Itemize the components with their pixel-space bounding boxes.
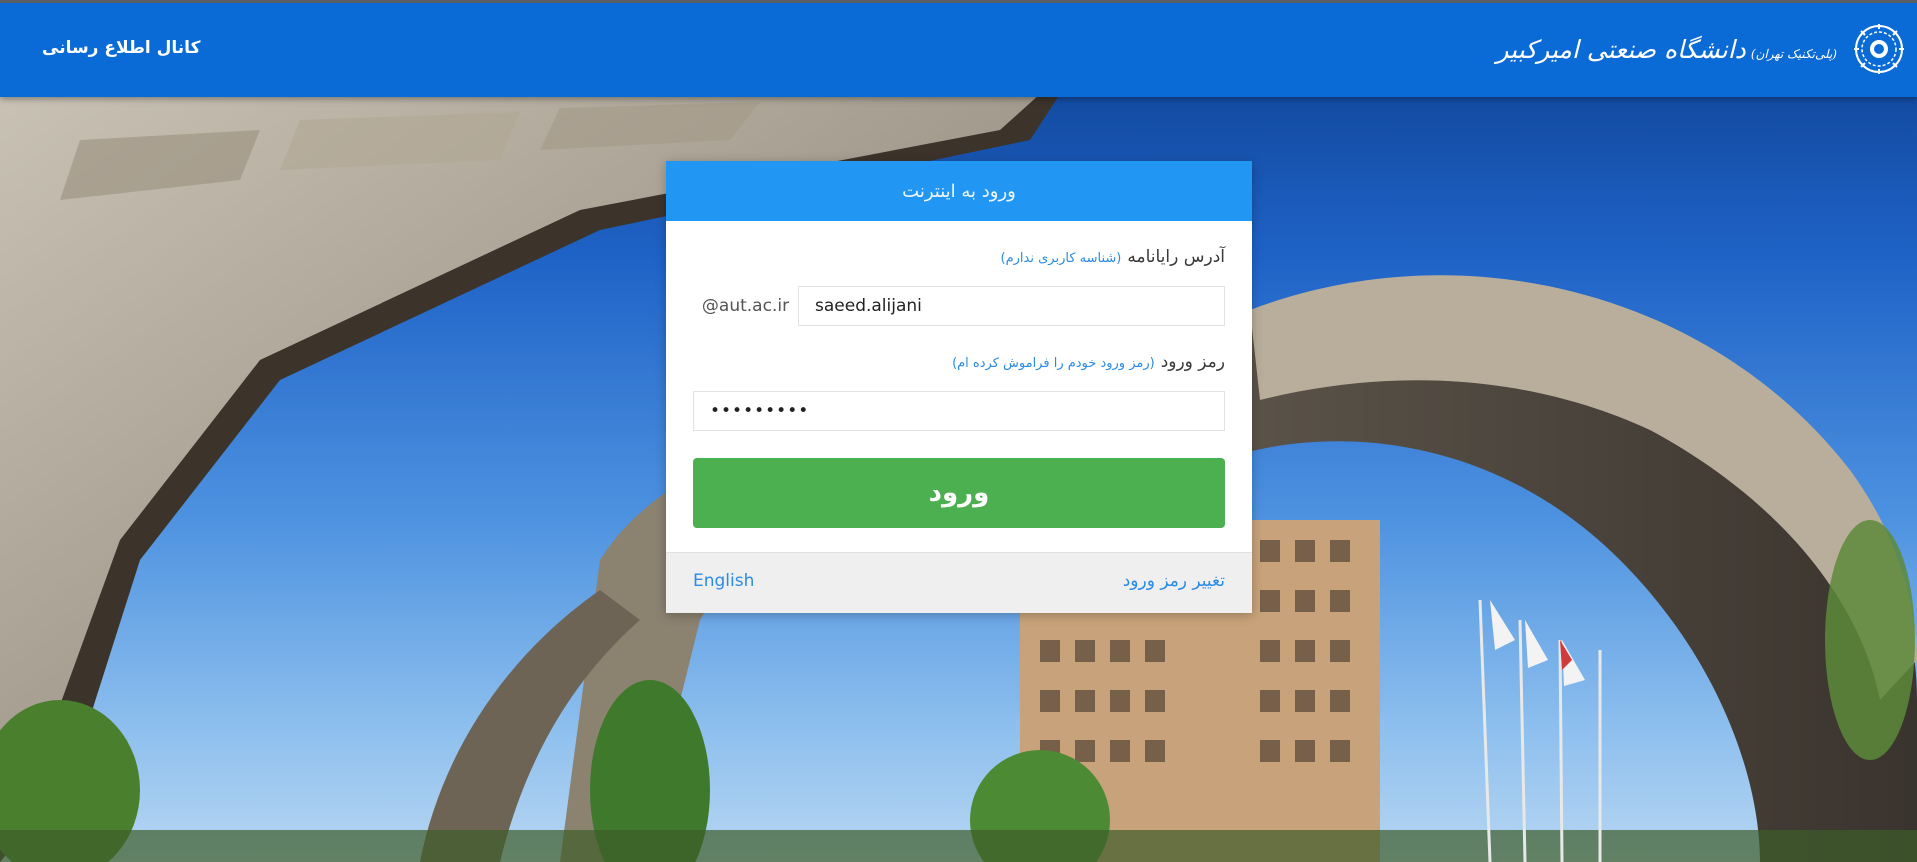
- login-button[interactable]: ورود: [693, 458, 1225, 528]
- english-language-link[interactable]: English: [693, 571, 754, 591]
- change-password-link[interactable]: تغییر رمز ورود: [1123, 571, 1225, 591]
- password-label-row: رمز ورود (رمز ورود خودم را فراموش کرده ا…: [952, 352, 1225, 372]
- password-label: رمز ورود: [1160, 352, 1225, 372]
- email-input[interactable]: [798, 286, 1225, 326]
- news-channel-link[interactable]: کانال اطلاع رسانی: [42, 38, 200, 58]
- forgot-password-link[interactable]: (رمز ورود خودم را فراموش کرده ام): [952, 356, 1155, 371]
- password-input[interactable]: [693, 391, 1225, 431]
- top-bar: کانال اطلاع رسانی (پلی‌تکنیک تهران) دانش…: [0, 0, 1917, 97]
- no-user-id-link[interactable]: (شناسه کاربری ندارم): [1001, 251, 1122, 266]
- login-card-footer: تغییر رمز ورود English: [666, 552, 1252, 613]
- email-label-row: آدرس رایانامه (شناسه کاربری ندارم): [1001, 247, 1225, 267]
- brand-subtitle: (پلی‌تکنیک تهران): [1750, 46, 1837, 61]
- brand-name: دانشگاه صنعتی امیرکبیر: [1496, 34, 1746, 64]
- university-seal-icon: [1853, 23, 1905, 75]
- login-card-title: ورود به اینترنت: [666, 161, 1252, 221]
- brand-wordmark: (پلی‌تکنیک تهران) دانشگاه صنعتی امیرکبیر: [1496, 35, 1843, 64]
- email-row: @aut.ac.ir: [693, 286, 1225, 326]
- university-brand: (پلی‌تکنیک تهران) دانشگاه صنعتی امیرکبیر: [1496, 21, 1905, 77]
- email-label: آدرس رایانامه: [1127, 247, 1225, 267]
- login-card: ورود به اینترنت آدرس رایانامه (شناسه کار…: [666, 161, 1252, 613]
- email-domain-suffix: @aut.ac.ir: [701, 296, 790, 316]
